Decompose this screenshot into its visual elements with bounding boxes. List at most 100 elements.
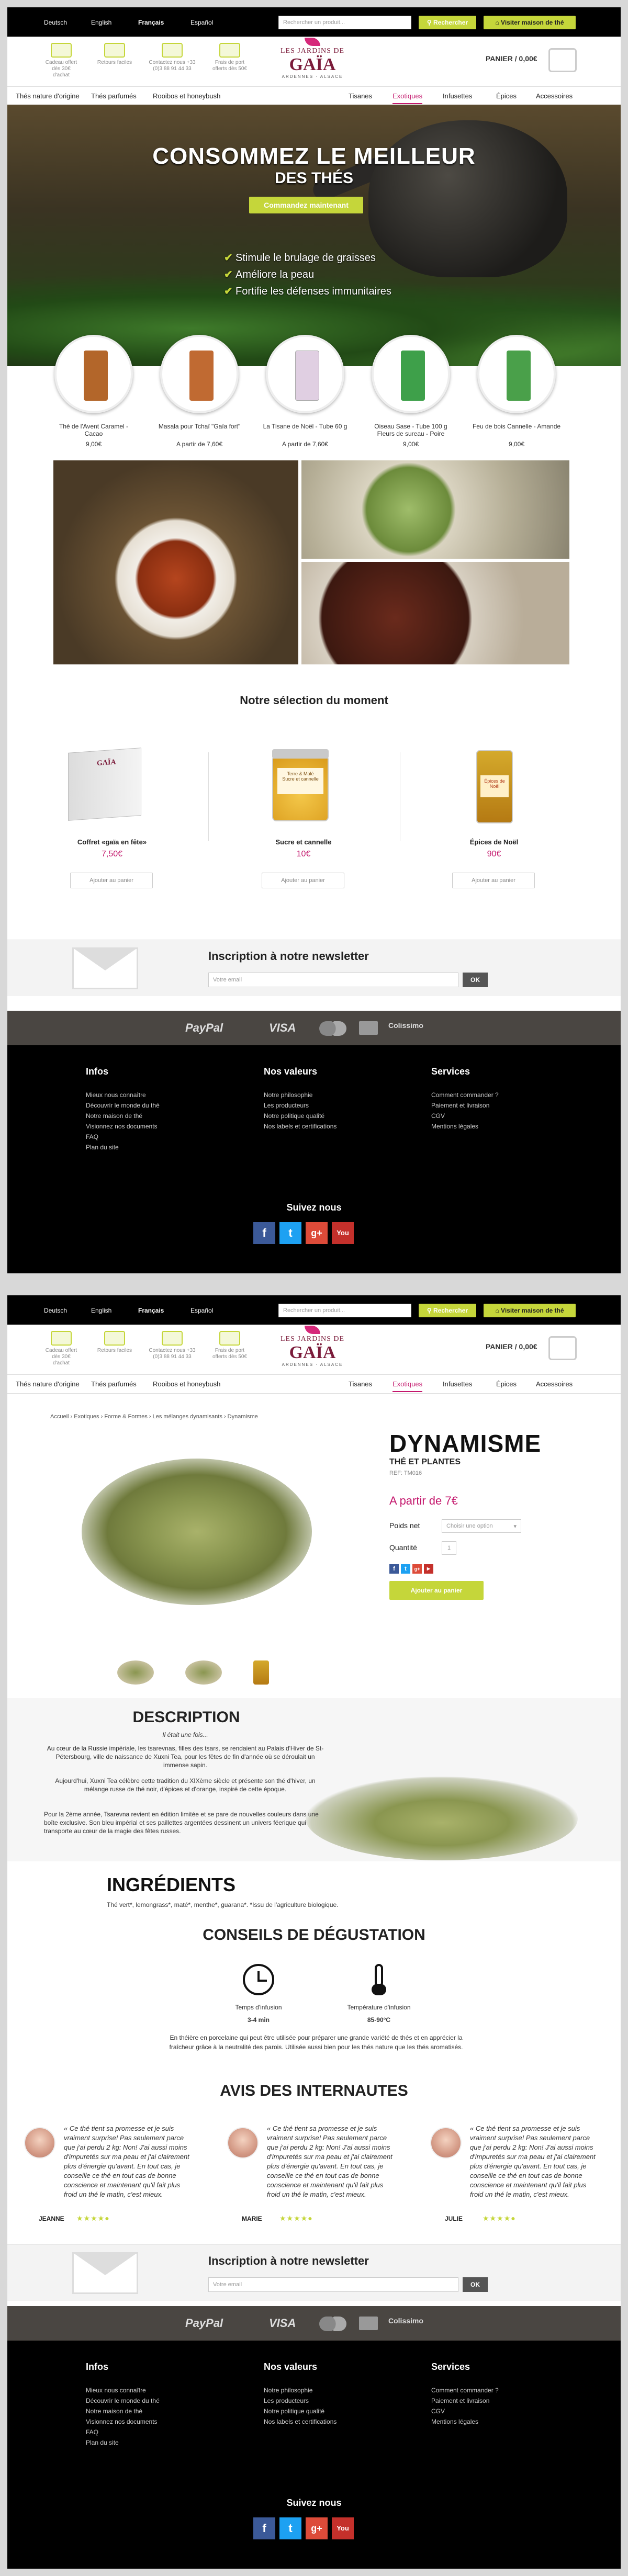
nav-item-rooibos[interactable]: Rooibos et honeybush: [153, 1380, 220, 1388]
search-button[interactable]: ⚲ Rechercher: [419, 16, 476, 29]
lang-francais[interactable]: Français: [138, 19, 164, 26]
product-thumbnail[interactable]: [185, 1660, 222, 1685]
footer-link[interactable]: Mieux nous connaître: [86, 2385, 217, 2396]
youtube-icon[interactable]: You: [332, 2517, 354, 2539]
search-button[interactable]: ⚲ Rechercher: [419, 1304, 476, 1317]
footer-link[interactable]: CGV: [431, 1111, 562, 1121]
nav-item-accessoires[interactable]: Accessoires: [536, 92, 573, 100]
spice-tube-image[interactable]: Épices de Noël: [476, 750, 513, 823]
footer-link[interactable]: CGV: [431, 2406, 562, 2416]
visit-tea-house-button[interactable]: ⌂ Visiter maison de thé: [484, 16, 576, 29]
lang-english[interactable]: English: [91, 19, 111, 26]
footer-link[interactable]: Découvrir le monde du thé: [86, 1100, 217, 1111]
footer-link[interactable]: Notre philosophie: [264, 1090, 395, 1100]
twitter-icon[interactable]: t: [279, 1222, 301, 1244]
facebook-icon[interactable]: f: [389, 1564, 399, 1574]
add-to-cart-button[interactable]: Ajouter au panier: [452, 873, 535, 888]
footer-link[interactable]: Notre maison de thé: [86, 2406, 217, 2416]
nav-item-exotiques[interactable]: Exotiques: [392, 1380, 423, 1392]
newsletter-ok-button[interactable]: OK: [463, 973, 488, 987]
nav-item-infusettes[interactable]: Infusettes: [443, 1380, 472, 1388]
product-image[interactable]: [266, 335, 344, 413]
nav-item-epices[interactable]: Épices: [496, 92, 517, 100]
youtube-icon[interactable]: ▶: [424, 1564, 433, 1574]
google-plus-icon[interactable]: g+: [306, 2517, 328, 2539]
visit-tea-house-button[interactable]: ⌂ Visiter maison de thé: [484, 1304, 576, 1317]
newsletter-email-input[interactable]: Votre email: [208, 2277, 458, 2292]
facebook-icon[interactable]: f: [253, 1222, 275, 1244]
footer-link[interactable]: Notre philosophie: [264, 2385, 395, 2396]
quantity-input[interactable]: 1: [442, 1541, 456, 1555]
product-image[interactable]: [372, 335, 450, 413]
lang-espanol[interactable]: Español: [190, 19, 213, 26]
facebook-icon[interactable]: f: [253, 2517, 275, 2539]
footer-link[interactable]: FAQ: [86, 1132, 217, 1142]
nav-item-accessoires[interactable]: Accessoires: [536, 1380, 573, 1388]
footer-link[interactable]: Visionnez nos documents: [86, 1121, 217, 1132]
newsletter-email-input[interactable]: Votre email: [208, 973, 458, 987]
footer-link[interactable]: Notre maison de thé: [86, 1111, 217, 1121]
footer-link[interactable]: Plan du site: [86, 2437, 217, 2448]
footer-link[interactable]: Découvrir le monde du thé: [86, 2396, 217, 2406]
jar-image[interactable]: Terre & Malé Sucre et cannelle: [272, 749, 329, 821]
lang-francais[interactable]: Français: [138, 1307, 164, 1314]
cart-total[interactable]: PANIER / 0,00€: [486, 1342, 537, 1351]
product-name[interactable]: Masala pour Tchaï "Gaïa fort": [155, 423, 244, 430]
footer-link[interactable]: Paiement et livraison: [431, 2396, 562, 2406]
product-thumbnail[interactable]: [117, 1660, 154, 1685]
lang-espanol[interactable]: Español: [190, 1307, 213, 1314]
product-name[interactable]: Thé de l'Avent Caramel - Cacao: [49, 423, 138, 437]
twitter-icon[interactable]: t: [279, 2517, 301, 2539]
footer-link[interactable]: Comment commander ?: [431, 2385, 562, 2396]
product-name[interactable]: Feu de bois Cannelle - Amande: [472, 423, 561, 430]
add-to-cart-button[interactable]: Ajouter au panier: [70, 873, 153, 888]
footer-link[interactable]: Mieux nous connaître: [86, 1090, 217, 1100]
google-plus-icon[interactable]: g+: [306, 1222, 328, 1244]
lang-deutsch[interactable]: Deutsch: [44, 19, 67, 26]
google-plus-icon[interactable]: g+: [412, 1564, 422, 1574]
nav-item-thes-nature[interactable]: Thés nature d'origine: [16, 1380, 80, 1388]
footer-link[interactable]: Nos labels et certifications: [264, 2416, 395, 2427]
gift-box-image[interactable]: GAÏA: [68, 748, 141, 821]
add-to-cart-button[interactable]: Ajouter au panier: [389, 1581, 484, 1600]
nav-item-thes-nature[interactable]: Thés nature d'origine: [16, 92, 80, 100]
footer-link[interactable]: FAQ: [86, 2427, 217, 2437]
nav-item-rooibos[interactable]: Rooibos et honeybush: [153, 92, 220, 100]
footer-link[interactable]: Notre politique qualité: [264, 1111, 395, 1121]
newsletter-ok-button[interactable]: OK: [463, 2277, 488, 2292]
product-image[interactable]: [477, 335, 556, 413]
nav-item-exotiques[interactable]: Exotiques: [392, 92, 423, 104]
logo[interactable]: LES JARDINS DE GAÏA ARDENNES · ALSACE: [278, 38, 346, 79]
footer-link[interactable]: Plan du site: [86, 1142, 217, 1153]
footer-link[interactable]: Nos labels et certifications: [264, 1121, 395, 1132]
nav-item-tisanes[interactable]: Tisanes: [349, 92, 372, 100]
product-name[interactable]: La Tisane de Noël - Tube 60 g: [261, 423, 350, 430]
weight-select[interactable]: Choisir une option ▾: [442, 1519, 521, 1533]
footer-link[interactable]: Mentions légales: [431, 2416, 562, 2427]
order-now-button[interactable]: Commandez maintenant: [249, 197, 363, 213]
cart-icon[interactable]: [548, 48, 577, 72]
footer-link[interactable]: Notre politique qualité: [264, 2406, 395, 2416]
cart-total[interactable]: PANIER / 0,00€: [486, 54, 537, 63]
add-to-cart-button[interactable]: Ajouter au panier: [262, 873, 344, 888]
youtube-icon[interactable]: You: [332, 1222, 354, 1244]
product-name[interactable]: Oiseau Sase - Tube 100 g Fleurs de surea…: [366, 423, 455, 437]
nav-item-thes-parfumes[interactable]: Thés parfumés: [91, 1380, 137, 1388]
product-image[interactable]: [54, 335, 133, 413]
lang-deutsch[interactable]: Deutsch: [44, 1307, 67, 1314]
cart-icon[interactable]: [548, 1336, 577, 1360]
footer-link[interactable]: Les producteurs: [264, 2396, 395, 2406]
search-input[interactable]: Rechercher un produit...: [278, 16, 411, 29]
logo[interactable]: LES JARDINS DE GAÏA ARDENNES · ALSACE: [278, 1326, 346, 1367]
product-thumbnail[interactable]: [253, 1660, 269, 1685]
search-input[interactable]: Rechercher un produit...: [278, 1304, 411, 1317]
twitter-icon[interactable]: t: [401, 1564, 410, 1574]
nav-item-tisanes[interactable]: Tisanes: [349, 1380, 372, 1388]
footer-link[interactable]: Paiement et livraison: [431, 1100, 562, 1111]
breadcrumb[interactable]: Accueil › Exotiques › Forme & Formes › L…: [50, 1414, 258, 1420]
product-image[interactable]: [160, 335, 239, 413]
footer-link[interactable]: Comment commander ?: [431, 1090, 562, 1100]
nav-item-epices[interactable]: Épices: [496, 1380, 517, 1388]
nav-item-infusettes[interactable]: Infusettes: [443, 92, 472, 100]
footer-link[interactable]: Visionnez nos documents: [86, 2416, 217, 2427]
